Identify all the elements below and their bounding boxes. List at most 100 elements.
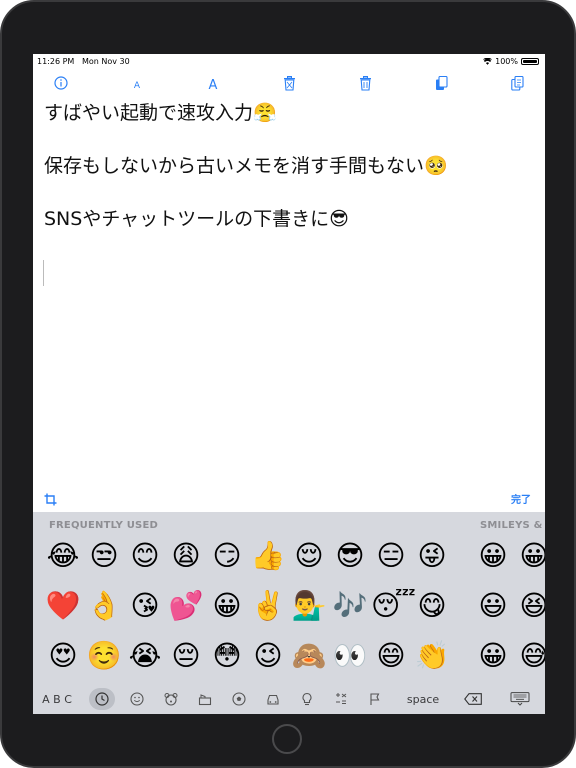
emoji-key[interactable]: 😂 [43,536,83,576]
emoji-key[interactable]: 😃 [473,586,513,626]
category-smileys[interactable] [125,688,149,710]
wifi-icon [483,58,493,65]
crop-icon [44,493,57,506]
dismiss-keyboard-button[interactable] [507,688,533,710]
info-icon [54,76,68,90]
text-caret [43,260,44,286]
car-icon [267,694,279,705]
emoji-key[interactable]: 😴 [371,586,416,626]
emoji-key[interactable]: 😉 [248,636,288,676]
space-label: space [406,692,440,706]
info-button[interactable] [50,72,72,94]
paste-button[interactable] [506,72,528,94]
emoji-key[interactable]: 😏 [207,536,247,576]
lightbulb-icon [302,692,312,706]
emoji-key[interactable]: 😑 [371,536,411,576]
emoji-key[interactable]: 😒 [84,536,124,576]
emoji-key[interactable]: 👀 [330,636,370,676]
emoji-key[interactable]: 👍 [248,536,288,576]
large-a-label: A [208,77,218,93]
emoji-key[interactable]: 😭 [125,636,165,676]
memo-line: すばやい起動で速攻入力😤 [44,102,277,124]
abc-label: A B C [42,692,72,706]
font-smaller-button[interactable]: A [126,72,148,94]
emoji-key[interactable]: ✌️ [248,586,288,626]
copy-button[interactable] [430,72,452,94]
memo-text-area[interactable]: すばやい起動で速攻入力😤 保存もしないから古いメモを消す手間もない🥺 SNSやチ… [44,100,534,259]
emoji-key[interactable]: 🙈 [289,636,329,676]
emoji-key[interactable]: 😆 [514,586,545,626]
battery-percent: 100% [495,57,518,66]
emoji-key[interactable]: 😀 [514,536,545,576]
emoji-key[interactable]: 👏 [412,636,452,676]
font-larger-button[interactable]: A [202,72,224,94]
editor-bottom-bar: 完了 [33,490,545,510]
category-symbols[interactable] [329,688,353,710]
emoji-key[interactable]: 😍 [43,636,83,676]
backspace-icon [464,693,482,705]
emoji-key[interactable]: 😀 [473,636,513,676]
screen: 11:26 PM Mon Nov 30 100% A A すばやい起動で速攻入力… [33,54,545,714]
copy-icon [435,75,448,90]
memo-line: SNSやチャットツールの下書きに😎 [44,208,349,230]
keyboard-dismiss-icon [510,692,530,706]
trash-icon [359,75,371,91]
emoji-keyboard: FREQUENTLY USED SMILEYS & 😂 😒 😊 😩 😏 👍 😌 … [33,512,545,714]
emoji-key[interactable]: ❤️ [43,586,83,626]
emoji-key[interactable]: 😀 [207,586,247,626]
section-frequently-used: FREQUENTLY USED [49,520,158,531]
space-button[interactable]: space [401,688,445,710]
emoji-key[interactable]: 🎶 [330,586,370,626]
food-icon [198,694,212,706]
emoji-key[interactable]: 😩 [166,536,206,576]
category-activity[interactable] [227,688,251,710]
bear-icon [164,693,178,706]
keyboard-bottom-row: A B C space [33,682,545,714]
emoji-key[interactable]: 💁‍♂️ [289,586,329,626]
paste-icon [510,75,524,91]
ipad-frame: 11:26 PM Mon Nov 30 100% A A すばやい起動で速攻入力… [0,0,576,768]
emoji-key[interactable]: 😀 [473,536,513,576]
category-objects[interactable] [295,688,319,710]
emoji-key[interactable]: 💕 [166,586,206,626]
emoji-key[interactable]: 😌 [289,536,329,576]
emoji-key[interactable]: 😅 [514,636,545,676]
emoji-key[interactable]: 👌 [84,586,124,626]
status-time: 11:26 PM Mon Nov 30 [37,57,130,66]
clock-icon [95,692,109,706]
delete-key[interactable] [459,688,487,710]
emoji-key[interactable]: 😘 [125,586,165,626]
flag-icon [370,693,380,705]
emoji-key[interactable]: 😋 [412,586,452,626]
trash-icon [283,75,295,91]
emoji-key[interactable]: 😜 [412,536,452,576]
category-animals[interactable] [159,688,183,710]
emoji-grid: 😂 😒 😊 😩 😏 👍 😌 😎 😑 😜 😀 😀 ❤️ 👌 😘 💕 😀 ✌️ [33,536,545,680]
abc-button[interactable]: A B C [39,688,75,710]
home-button[interactable] [272,724,302,754]
delete-button[interactable] [354,72,376,94]
symbols-icon [336,693,347,704]
category-recent[interactable] [89,688,115,710]
emoji-key[interactable]: 😳 [207,636,247,676]
emoji-key[interactable]: 😔 [166,636,206,676]
battery-icon [521,58,539,65]
done-button[interactable]: 完了 [511,491,531,506]
toolbar: A A [33,72,545,94]
small-a-label: A [133,81,141,91]
emoji-key[interactable]: 😊 [125,536,165,576]
emoji-key[interactable]: 😄 [371,636,411,676]
smiley-icon [130,692,144,706]
status-bar: 11:26 PM Mon Nov 30 100% [33,54,545,68]
category-flags[interactable] [363,688,387,710]
clear-button[interactable] [278,72,300,94]
memo-line: 保存もしないから古いメモを消す手間もない🥺 [44,155,448,177]
emoji-key[interactable]: ☺️ [84,636,124,676]
status-right: 100% [483,57,539,66]
category-food[interactable] [193,688,217,710]
emoji-key[interactable]: 😎 [330,536,370,576]
crop-button[interactable] [44,491,57,510]
category-travel[interactable] [261,688,285,710]
soccer-ball-icon [232,692,246,706]
section-smileys: SMILEYS & [480,520,543,531]
